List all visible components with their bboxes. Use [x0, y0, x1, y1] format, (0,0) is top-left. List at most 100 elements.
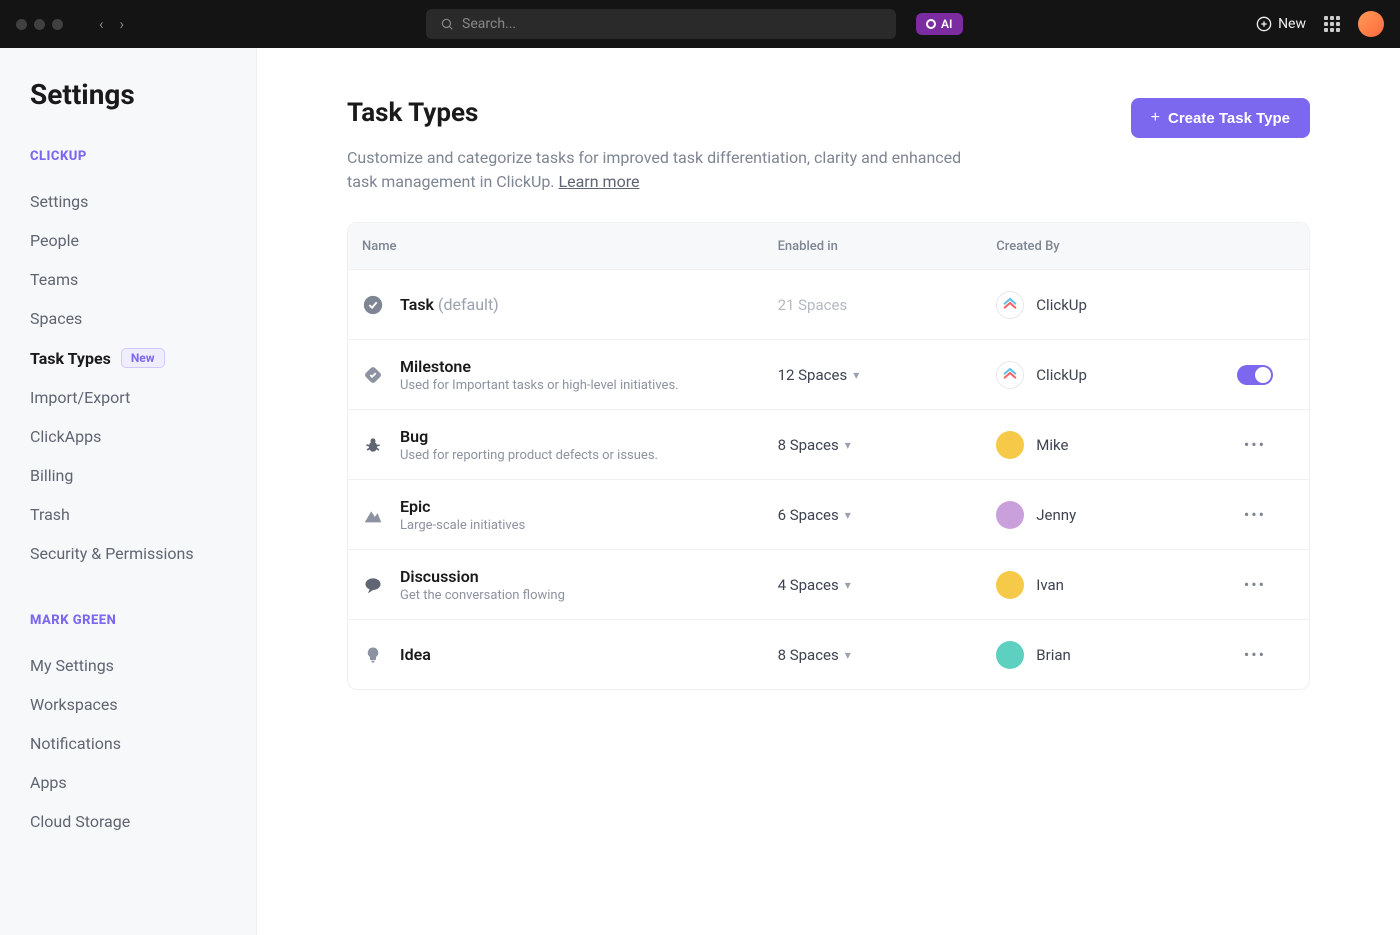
sidebar: Settings CLICKUPSettingsPeopleTeamsSpace…: [0, 48, 257, 935]
sidebar-item-spaces[interactable]: Spaces: [30, 299, 226, 338]
type-name: Task (default): [400, 295, 499, 314]
sidebar-item-label: Notifications: [30, 734, 121, 753]
more-icon[interactable]: •••: [1244, 505, 1266, 524]
table-row[interactable]: Discussion Get the conversation flowing4…: [348, 549, 1309, 619]
sidebar-item-label: Task Types: [30, 349, 111, 368]
diamond-check-icon: [362, 364, 384, 386]
sidebar-item-trash[interactable]: Trash: [30, 495, 226, 534]
type-name: Milestone: [400, 357, 679, 376]
close-window[interactable]: [16, 19, 27, 30]
page-description-text: Customize and categorize tasks for impro…: [347, 148, 961, 191]
mountain-icon: [362, 504, 384, 526]
new-badge: New: [121, 348, 165, 368]
type-name: Idea: [400, 645, 431, 664]
chevron-down-icon: ▾: [845, 508, 851, 522]
sidebar-item-label: Cloud Storage: [30, 812, 130, 831]
more-icon[interactable]: •••: [1244, 645, 1266, 664]
type-desc: Used for Important tasks or high-level i…: [400, 378, 679, 393]
type-name: Epic: [400, 497, 525, 516]
sidebar-item-label: Apps: [30, 773, 67, 792]
toggle-switch[interactable]: [1237, 365, 1273, 385]
name-cell: Milestone Used for Important tasks or hi…: [362, 357, 778, 393]
sidebar-item-security-permissions[interactable]: Security & Permissions: [30, 534, 226, 573]
sidebar-item-label: Trash: [30, 505, 70, 524]
created-by-cell: ClickUp: [996, 291, 1215, 319]
table-header: Name Enabled in Created By: [348, 223, 1309, 269]
enabled-in-cell[interactable]: 4 Spaces ▾: [778, 576, 997, 594]
search-placeholder: Search...: [462, 16, 516, 32]
name-cell: Epic Large-scale initiatives: [362, 497, 778, 533]
more-icon[interactable]: •••: [1244, 575, 1266, 594]
sidebar-item-import-export[interactable]: Import/Export: [30, 378, 226, 417]
enabled-count: 12 Spaces: [778, 366, 848, 384]
more-icon[interactable]: •••: [1244, 435, 1266, 454]
enabled-count: 8 Spaces: [778, 436, 839, 454]
sidebar-item-label: Spaces: [30, 309, 82, 328]
sidebar-item-billing[interactable]: Billing: [30, 456, 226, 495]
maximize-window[interactable]: [52, 19, 63, 30]
sidebar-item-settings[interactable]: Settings: [30, 182, 226, 221]
created-by-cell: Ivan: [996, 571, 1215, 599]
app-grid-icon[interactable]: [1324, 16, 1340, 32]
bug-icon: [362, 434, 384, 456]
sidebar-item-apps[interactable]: Apps: [30, 763, 226, 802]
sidebar-item-label: People: [30, 231, 79, 250]
sidebar-item-label: My Settings: [30, 656, 114, 675]
enabled-in-cell[interactable]: 8 Spaces▾: [778, 436, 997, 454]
chevron-down-icon: ▾: [845, 578, 851, 592]
sidebar-item-my-settings[interactable]: My Settings: [30, 646, 226, 685]
new-button[interactable]: New: [1256, 16, 1306, 32]
type-desc: Get the conversation flowing: [400, 588, 565, 603]
sidebar-item-cloud-storage[interactable]: Cloud Storage: [30, 802, 226, 841]
learn-more-link[interactable]: Learn more: [559, 172, 640, 191]
table-row[interactable]: Milestone Used for Important tasks or hi…: [348, 339, 1309, 409]
page-description: Customize and categorize tasks for impro…: [347, 146, 987, 194]
creator-name: ClickUp: [1036, 296, 1087, 314]
creator-name: ClickUp: [1036, 366, 1087, 384]
enabled-in-cell[interactable]: 12 Spaces▾: [778, 366, 997, 384]
main-content: Task Types + Create Task Type Customize …: [257, 48, 1400, 935]
forward-button[interactable]: ›: [120, 15, 125, 33]
col-name: Name: [362, 239, 778, 254]
user-avatar[interactable]: [1358, 11, 1384, 37]
enabled-in-cell[interactable]: 8 Spaces▾: [778, 646, 997, 664]
sidebar-item-task-types[interactable]: Task Types New: [30, 338, 226, 378]
sidebar-item-teams[interactable]: Teams: [30, 260, 226, 299]
ai-button[interactable]: AI: [916, 13, 962, 35]
col-created: Created By: [996, 239, 1215, 254]
name-cell: Task (default): [362, 294, 778, 316]
creator-avatar: [996, 431, 1024, 459]
sidebar-item-clickapps[interactable]: ClickApps: [30, 417, 226, 456]
create-task-type-button[interactable]: + Create Task Type: [1131, 98, 1310, 138]
minimize-window[interactable]: [34, 19, 45, 30]
action-cell: •••: [1215, 645, 1295, 664]
name-cell: Discussion Get the conversation flowing: [362, 567, 778, 603]
sidebar-item-people[interactable]: People: [30, 221, 226, 260]
ai-label: AI: [941, 17, 952, 31]
sidebar-item-label: Workspaces: [30, 695, 118, 714]
creator-name: Jenny: [1036, 506, 1076, 524]
table-row[interactable]: Bug Used for reporting product defects o…: [348, 409, 1309, 479]
sidebar-item-label: Import/Export: [30, 388, 130, 407]
search-input[interactable]: Search...: [426, 9, 896, 39]
new-label: New: [1278, 16, 1306, 32]
creator-avatar: [996, 501, 1024, 529]
enabled-in-cell[interactable]: 6 Spaces ▾: [778, 506, 997, 524]
back-button[interactable]: ‹: [99, 15, 104, 33]
table-row[interactable]: Task (default)21 SpacesClickUp: [348, 269, 1309, 339]
created-by-cell: Jenny: [996, 501, 1215, 529]
sidebar-item-notifications[interactable]: Notifications: [30, 724, 226, 763]
sidebar-item-label: Security & Permissions: [30, 544, 194, 563]
table-row[interactable]: Idea 8 Spaces▾Brian•••: [348, 619, 1309, 689]
plus-icon: +: [1151, 109, 1160, 127]
default-suffix: (default): [438, 295, 499, 314]
col-enabled: Enabled in: [778, 239, 997, 254]
enabled-count: 6 Spaces: [778, 506, 839, 524]
create-button-label: Create Task Type: [1168, 110, 1290, 127]
enabled-count: 4 Spaces: [778, 576, 839, 594]
action-cell: •••: [1215, 435, 1295, 454]
table-row[interactable]: Epic Large-scale initiatives6 Spaces ▾ Jen…: [348, 479, 1309, 549]
action-cell: •••: [1215, 505, 1295, 524]
sidebar-item-workspaces[interactable]: Workspaces: [30, 685, 226, 724]
sidebar-title: Settings: [30, 78, 226, 111]
